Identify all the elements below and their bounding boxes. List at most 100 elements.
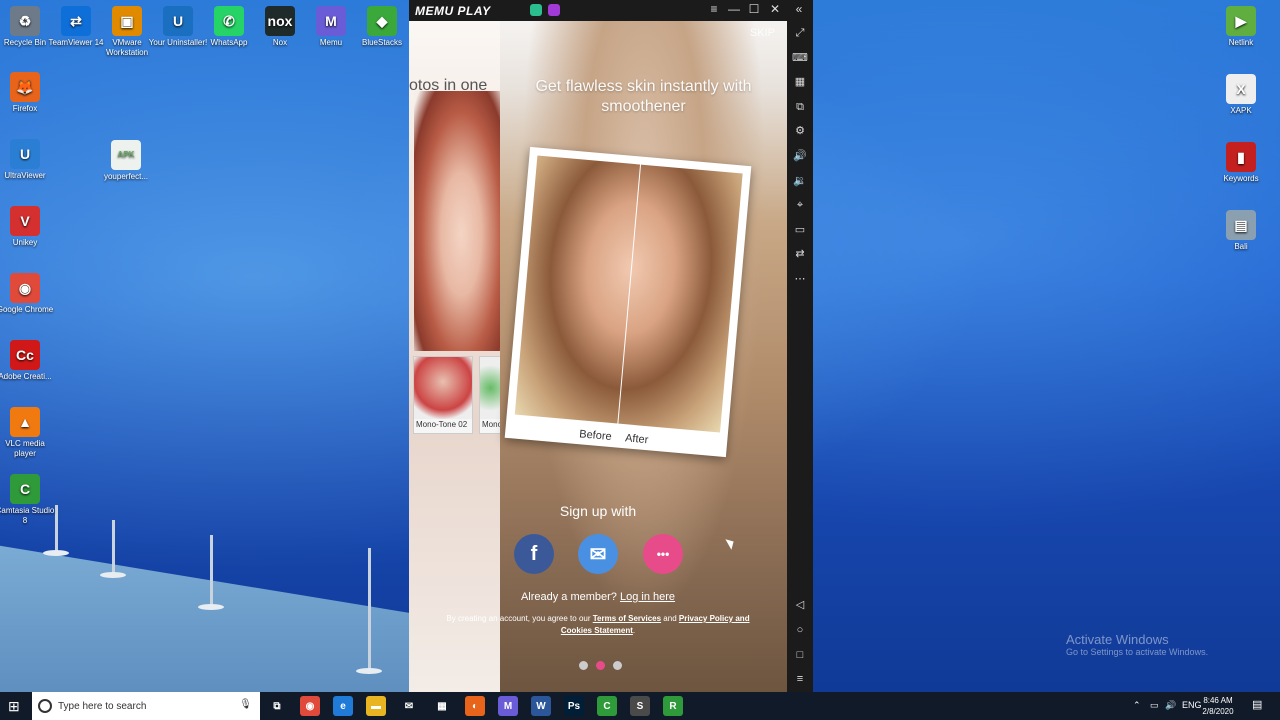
desktop-icon-label: XAPK <box>1230 106 1252 115</box>
action-center-icon[interactable]: ▤ <box>1252 698 1266 712</box>
email-signup-button[interactable]: ✉ <box>578 534 618 574</box>
tray-chevron-icon[interactable]: ⌃ <box>1133 700 1141 711</box>
desktop-icon-vlc[interactable]: ▲ VLC media player <box>0 407 55 459</box>
start-button[interactable]: ⊞ <box>8 698 24 714</box>
desktop-icon-youperfect-apk[interactable]: APK youperfect... <box>96 140 156 182</box>
previous-headline: otos in one <box>409 77 488 94</box>
bluestacks-icon: ◆ <box>367 6 397 36</box>
firefox-taskbar-icon[interactable]: ◐ <box>465 696 485 716</box>
clock[interactable]: 8:46 AM 2/8/2020 <box>1200 695 1236 717</box>
maximize-button[interactable]: ☐ <box>745 2 763 16</box>
mail-icon[interactable]: ✉ <box>399 696 419 716</box>
close-button[interactable]: ✕ <box>766 2 784 16</box>
sublime-icon[interactable]: S <box>630 696 650 716</box>
camtasia-recorder-icon[interactable]: R <box>663 696 683 716</box>
photoshop-icon[interactable]: Ps <box>564 696 584 716</box>
memu-icon: M <box>316 6 346 36</box>
fullscreen-icon[interactable]: ⤢ <box>792 25 808 41</box>
rope-post-base <box>356 668 382 674</box>
page-dot-active[interactable] <box>596 661 605 670</box>
taskbar-search[interactable]: Type here to search 🎙 <box>32 692 260 720</box>
chrome-taskbar-icon[interactable]: ◉ <box>300 696 320 716</box>
microphone-icon[interactable]: 🎙 <box>239 699 252 710</box>
store-icon[interactable]: ▦ <box>432 696 452 716</box>
camtasia-icon: C <box>10 474 40 504</box>
desktop-icon-camtasia[interactable]: C Camtasia Studio 8 <box>0 474 55 526</box>
apk-install-icon[interactable]: ▦ <box>792 74 808 90</box>
nox-icon: nox <box>265 6 295 36</box>
desktop-icon-chrome[interactable]: ◉ Google Chrome <box>0 273 55 315</box>
network-icon[interactable]: ▭ <box>1150 700 1159 711</box>
volume-up-icon[interactable]: 🔊 <box>792 148 808 164</box>
legal-and: and <box>661 614 679 623</box>
skip-button[interactable]: SKIP <box>750 27 775 39</box>
firefox-icon: 🦊 <box>10 72 40 102</box>
home-nav-icon[interactable]: ○ <box>792 622 808 638</box>
multi-instance-icon[interactable] <box>530 4 542 16</box>
settings-icon[interactable]: ⚙ <box>792 123 808 139</box>
more-icon: ••• <box>656 547 670 561</box>
desktop-icon-ultraviewer[interactable]: U UltraViewer <box>0 139 55 181</box>
desktop-icon-adobe-cc[interactable]: Cc Adobe Creati... <box>0 340 55 382</box>
facebook-icon: f <box>530 542 538 565</box>
desktop-icon-bali[interactable]: ▤ Bali <box>1211 210 1271 252</box>
desktop-icon-unikey[interactable]: V Unikey <box>0 206 55 248</box>
file-explorer-icon[interactable]: ▬ <box>366 696 386 716</box>
folder-icon[interactable]: ▭ <box>792 222 808 238</box>
minimize-button[interactable]: — <box>725 2 743 16</box>
multi-window-icon[interactable]: ⧉ <box>792 99 808 115</box>
desktop-icon-keywords[interactable]: ▮ Keywords <box>1211 142 1271 184</box>
previous-slide-photo <box>414 91 500 351</box>
desktop-icon-label: BlueStacks <box>361 38 403 47</box>
memu-taskbar-icon[interactable]: M <box>498 696 518 716</box>
location-icon[interactable]: ⌖ <box>792 197 808 213</box>
desktop-icon-label: Memu <box>319 38 343 47</box>
desktop-icon-bluestacks[interactable]: ◆ BlueStacks <box>352 6 412 48</box>
legal-suffix: . <box>632 626 636 635</box>
desktop-icon-netlink[interactable]: ▶ Netlink <box>1211 6 1271 48</box>
collapse-sidebar-icon[interactable]: « <box>790 2 808 16</box>
volume-icon[interactable]: 🔊 <box>1165 700 1176 711</box>
desktop-icon-xapk[interactable]: X XAPK <box>1211 74 1271 116</box>
filter-thumb-label: Mono <box>482 420 501 429</box>
sync-icon[interactable]: ⇄ <box>792 246 808 262</box>
more-signup-button[interactable]: ••• <box>643 534 683 574</box>
terms-link[interactable]: Terms of Services <box>593 614 661 623</box>
recents-nav-icon[interactable]: □ <box>792 647 808 663</box>
facebook-signup-button[interactable]: f <box>514 534 554 574</box>
page-dot[interactable] <box>613 661 622 670</box>
desktop-icon-label: Unikey <box>12 238 38 247</box>
rope-post-base <box>100 572 126 578</box>
edge-icon[interactable]: e <box>333 696 353 716</box>
filter-thumb: Mono-Tone 02 <box>413 356 473 434</box>
theme-icon[interactable] <box>548 4 560 16</box>
watermark-subtitle: Go to Settings to activate Windows. <box>1066 647 1209 657</box>
page-indicator <box>575 657 626 675</box>
keyboard-icon[interactable]: ⌨ <box>792 50 808 66</box>
desktop-icon-label: Firefox <box>12 104 38 113</box>
whatsapp-icon: ✆ <box>214 6 244 36</box>
menu-nav-icon[interactable]: ≡ <box>792 671 808 687</box>
more-options-icon[interactable]: ⋯ <box>792 271 808 287</box>
desktop-icon-label: VLC media player <box>5 439 45 458</box>
page-dot[interactable] <box>579 661 588 670</box>
netlink-icon: ▶ <box>1226 6 1256 36</box>
slide-headline: Get flawless skin instantly with smoothe… <box>535 78 752 115</box>
language-indicator[interactable]: ENG <box>1182 700 1202 710</box>
word-icon[interactable]: W <box>531 696 551 716</box>
xapk-icon: X <box>1226 74 1256 104</box>
task-view-icon[interactable]: ⧉ <box>267 696 287 716</box>
rope-post <box>210 535 213 607</box>
member-prompt: Already a member? Log in here <box>500 591 696 603</box>
memu-titlebar[interactable]: MEMU PLAY ≡ — ☐ ✕ « <box>409 0 813 21</box>
desktop-icon-firefox[interactable]: 🦊 Firefox <box>0 72 55 114</box>
volume-down-icon[interactable]: 🔉 <box>792 173 808 189</box>
login-link[interactable]: Log in here <box>620 591 675 603</box>
camtasia-taskbar-icon[interactable]: C <box>597 696 617 716</box>
rope-post-base <box>43 550 69 556</box>
desktop-icon-label: Netlink <box>1228 38 1254 47</box>
menu-icon[interactable]: ≡ <box>705 2 723 16</box>
activation-watermark: Activate Windows Go to Settings to activ… <box>1066 632 1208 657</box>
back-nav-icon[interactable]: ◁ <box>792 597 808 613</box>
previous-slide: Mono-Tone 02 Mono otos in one <box>409 21 502 692</box>
